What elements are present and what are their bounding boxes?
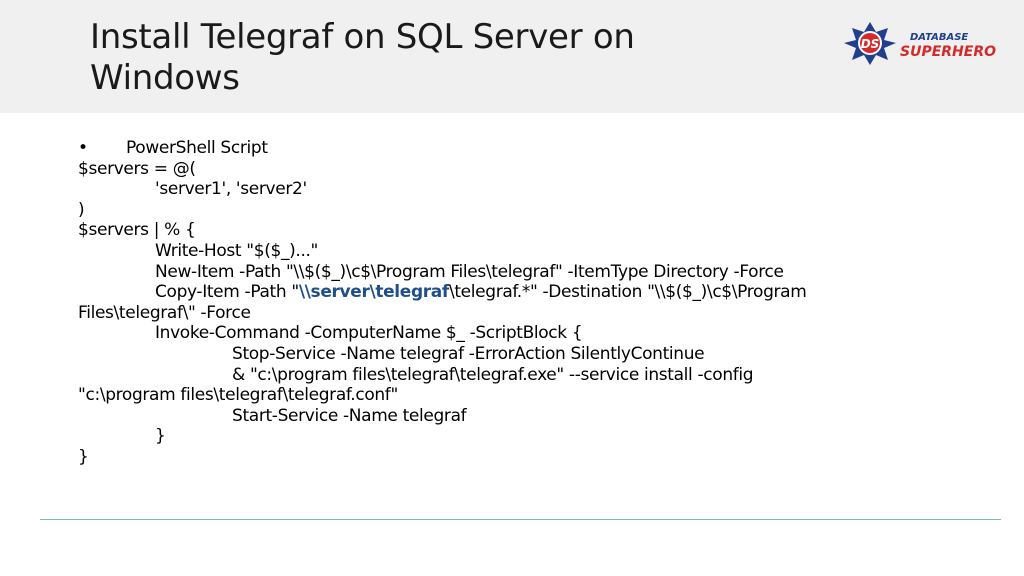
code-fragment: Copy-Item -Path "	[155, 282, 299, 303]
logo-bottom-text: SUPERHERO	[900, 44, 996, 60]
code-line: "c:\program files\telegraf\telegraf.conf…	[78, 385, 398, 406]
database-superhero-logo: DS DATABASE SUPERHERO	[844, 22, 996, 65]
code-line: )	[78, 199, 85, 220]
code-line: }	[78, 446, 89, 467]
code-line: Files\telegraf\" -Force	[78, 302, 251, 323]
code-line: Stop-Service -Name telegraf -ErrorAction…	[232, 343, 705, 364]
script-body: • PowerShell Script $servers = @( 'serve…	[78, 138, 978, 468]
bullet-glyph: •	[78, 138, 88, 158]
bullet-heading: PowerShell Script	[126, 138, 268, 158]
slide: Install Telegraf on SQL Server on Window…	[0, 0, 1024, 576]
code-line: Copy-Item -Path "\\server\telegraf\teleg…	[78, 282, 978, 303]
code-line: }	[155, 426, 166, 447]
logo-top-text: DATABASE	[910, 32, 968, 43]
code-line: 'server1', 'server2'	[155, 179, 307, 200]
code-line: $servers | % {	[78, 220, 196, 241]
bullet-item: • PowerShell Script	[78, 138, 978, 159]
code-line: Start-Service -Name telegraf	[232, 405, 467, 426]
code-line: & "c:\program files\telegraf\telegraf.ex…	[232, 364, 754, 385]
code-line: $servers = @(	[78, 158, 196, 179]
logo-badge: DS	[861, 37, 880, 51]
code-fragment: \telegraf.*" -Destination "\\$($_)\c$\Pr…	[448, 282, 807, 303]
code-line: New-Item -Path "\\$($_)\c$\Program Files…	[155, 261, 784, 282]
highlighted-path: \\server\telegraf	[298, 282, 449, 303]
code-line: Write-Host "$($_)..."	[155, 240, 319, 261]
slide-title: Install Telegraf on SQL Server on Window…	[90, 17, 635, 98]
code-line: Invoke-Command -ComputerName $_ -ScriptB…	[155, 323, 583, 344]
footer-divider	[40, 519, 1001, 520]
